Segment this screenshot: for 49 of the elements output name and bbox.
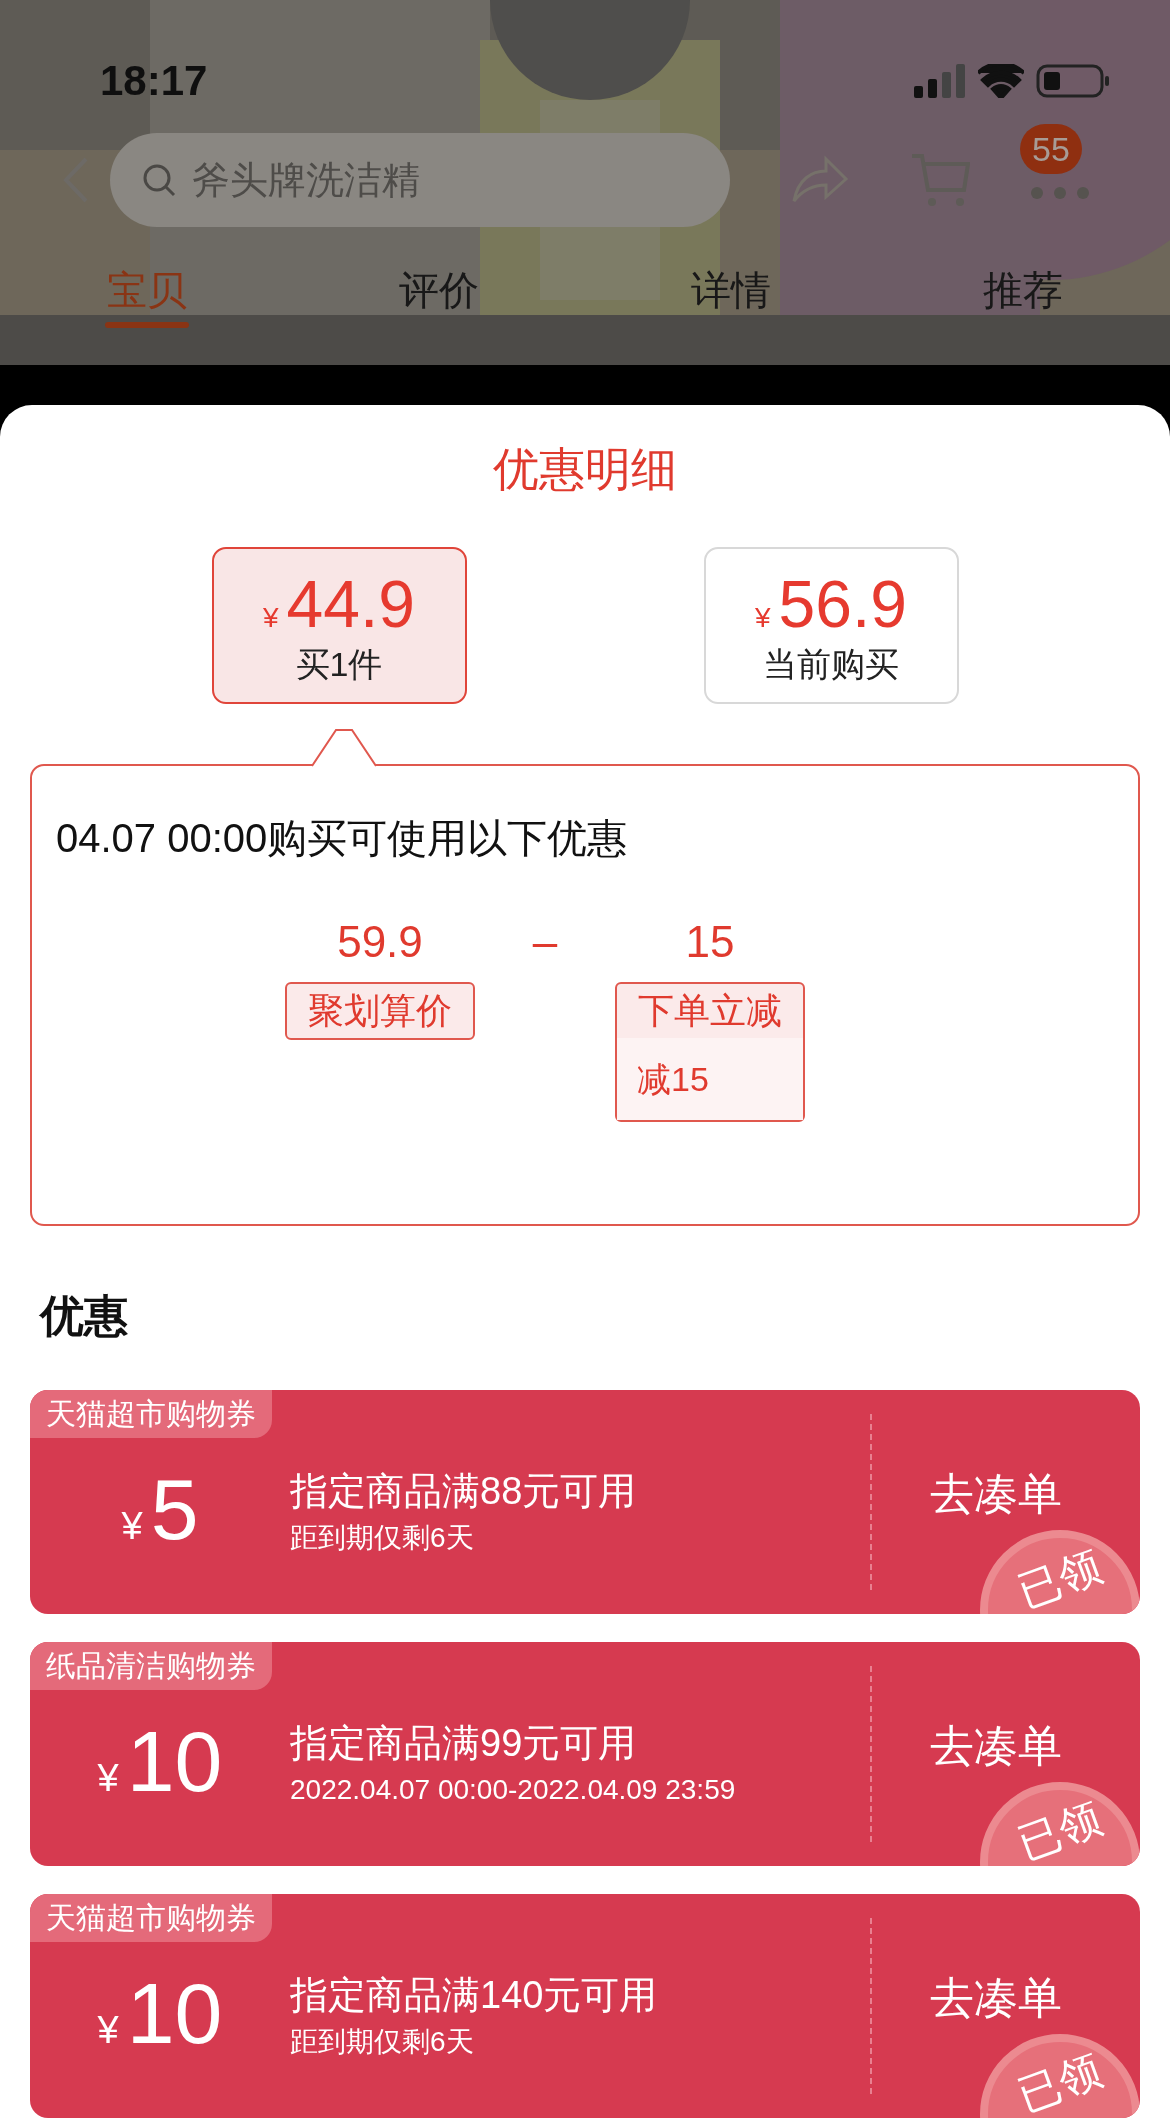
tab[interactable]: 详情 (689, 262, 773, 328)
coupon-type-tag: 天猫超市购物券 (30, 1894, 272, 1942)
coupon-condition: 指定商品满88元可用 (290, 1469, 637, 1514)
term-value: 59.9 (337, 916, 423, 968)
go-shopping-button[interactable]: 去凑单 (930, 1970, 1062, 2026)
price-option[interactable]: ¥56.9 当前购买 (703, 547, 959, 704)
more-icon[interactable] (1030, 186, 1090, 200)
coupon-condition: 指定商品满99元可用 (290, 1721, 638, 1766)
price-label: 当前购买 (763, 643, 899, 685)
status-time: 18:17 (100, 60, 208, 102)
minus-operator: – (531, 916, 559, 968)
sheet-title: 优惠明细 (493, 442, 677, 497)
battery-icon (1036, 64, 1110, 98)
coupon-validity: 2022.04.07 00:00-2022.04.09 23:59 (290, 1773, 736, 1807)
search-icon (142, 163, 176, 197)
coupon-amount: 10 (126, 1968, 223, 2058)
go-shopping-button[interactable]: 去凑单 (930, 1466, 1062, 1522)
term-tag-label: 下单立减 (637, 989, 783, 1033)
currency-symbol: ¥ (97, 1756, 119, 1801)
term-value: 15 (685, 916, 735, 968)
wifi-icon (978, 64, 1024, 98)
price-value: 44.9 (286, 565, 415, 642)
coupon-condition: 指定商品满140元可用 (290, 1973, 658, 2018)
currency-symbol: ¥ (97, 2008, 119, 2053)
price-option[interactable]: ¥44.9 买1件 (211, 547, 467, 704)
currency-symbol: ¥ (262, 600, 279, 635)
discount-heading: 04.07 00:00购买可使用以下优惠 (56, 815, 629, 862)
search-placeholder: 斧头牌洗洁精 (192, 157, 420, 203)
tab[interactable]: 推荐 (981, 262, 1065, 328)
currency-symbol: ¥ (754, 600, 771, 635)
signal-icon (914, 64, 966, 98)
coupon-amount: 10 (126, 1716, 223, 1806)
coupon-type-tag: 纸品清洁购物券 (30, 1642, 272, 1690)
claimed-label: 已领 (1012, 1541, 1108, 1614)
coupon-type-tag: 天猫超市购物券 (30, 1390, 272, 1438)
claimed-label: 已领 (1012, 1793, 1108, 1866)
coupon-validity: 距到期仅剩6天 (290, 1521, 475, 1555)
coupon-amount: 5 (150, 1464, 199, 1554)
section-title: 优惠 (40, 1290, 129, 1342)
claimed-label: 已领 (1012, 2045, 1108, 2118)
tab[interactable]: 评价 (397, 262, 481, 328)
currency-symbol: ¥ (121, 1504, 143, 1549)
coupon-validity: 距到期仅剩6天 (290, 2025, 475, 2059)
go-shopping-button[interactable]: 去凑单 (930, 1718, 1062, 1774)
price-value: 56.9 (778, 565, 907, 642)
price-label: 买1件 (295, 643, 383, 685)
term-detail: 减15 (617, 1038, 803, 1120)
search-field[interactable]: 斧头牌洗洁精 (110, 133, 730, 227)
term-tag-label: 聚划算价 (307, 989, 453, 1033)
